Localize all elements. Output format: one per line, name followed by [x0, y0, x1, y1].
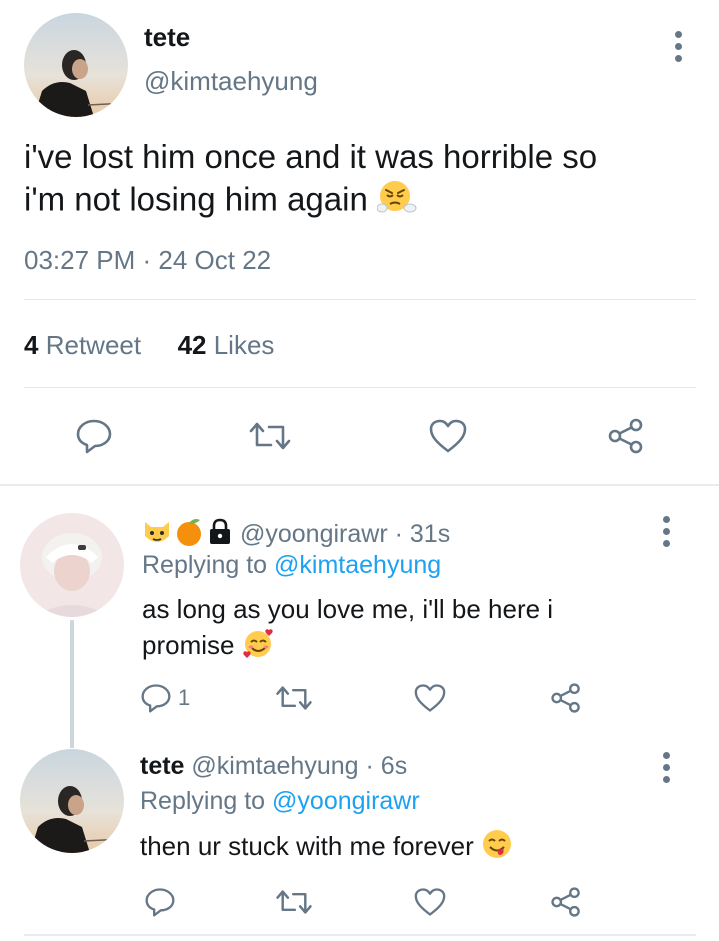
reply-text: as long as you love me, i'll be here i p… — [142, 592, 682, 668]
reply-time[interactable]: · 31s — [395, 520, 451, 548]
tweet-text: i've lost him once and it was horrible s… — [24, 136, 684, 226]
reply-header: tete @kimtaehyung · 6s — [140, 752, 407, 781]
author-handle[interactable]: @kimtaehyung — [144, 66, 318, 97]
tweet-text-line-2: i'm not losing him again — [24, 180, 368, 218]
steam-from-nose-face-icon — [376, 178, 417, 226]
more-options-icon[interactable] — [656, 513, 676, 549]
reply-author-handle[interactable]: @yoongirawr — [240, 520, 388, 548]
replying-to-link[interactable]: @kimtaehyung — [274, 551, 441, 579]
reply-author-handle[interactable]: @kimtaehyung — [191, 752, 358, 780]
cat-face-icon — [142, 518, 172, 553]
replying-to-link[interactable]: @yoongirawr — [272, 787, 420, 815]
share-icon[interactable] — [546, 680, 586, 716]
reply-text: then ur stuck with me forever — [140, 828, 680, 868]
more-options-icon[interactable] — [668, 28, 688, 64]
replying-to: Replying to @kimtaehyung — [142, 551, 442, 579]
divider — [24, 299, 696, 300]
author-name[interactable]: tete — [144, 22, 190, 53]
share-icon[interactable] — [546, 884, 586, 920]
author-avatar[interactable] — [24, 13, 128, 117]
reply-author-name[interactable]: tete — [140, 752, 184, 780]
share-icon[interactable] — [604, 416, 648, 456]
section-divider — [0, 484, 719, 486]
reply-avatar[interactable] — [20, 513, 124, 617]
reply-count: 1 — [178, 685, 191, 710]
reply-avatar[interactable] — [20, 749, 124, 853]
more-options-icon[interactable] — [656, 749, 676, 785]
tweet-stats: 4 Retweet 42 Likes — [24, 330, 274, 361]
like-icon[interactable] — [410, 680, 450, 716]
reply-time[interactable]: · 6s — [366, 752, 408, 780]
reply-icon[interactable]: 1 — [140, 680, 210, 716]
section-divider — [24, 934, 696, 936]
reply-header: @yoongirawr · 31s — [142, 517, 450, 554]
likes-stat[interactable]: 42 Likes — [178, 330, 275, 360]
like-icon[interactable] — [410, 884, 450, 920]
tweet-text-line-1: i've lost him once and it was horrible s… — [24, 138, 598, 175]
divider — [24, 387, 696, 388]
face-savoring-food-icon — [481, 828, 513, 868]
replying-to: Replying to @yoongirawr — [140, 787, 420, 815]
tweet-timestamp[interactable]: 03:27 PM · 24 Oct 22 — [24, 245, 271, 276]
lock-icon — [208, 518, 232, 553]
like-icon[interactable] — [426, 416, 470, 456]
smiling-face-with-hearts-icon — [242, 626, 276, 668]
retweet-stat[interactable]: 4 Retweet — [24, 330, 141, 360]
main-tweet: tete @kimtaehyung i've lost him once and… — [0, 0, 719, 485]
retweet-icon[interactable] — [272, 884, 316, 920]
tangerine-icon — [174, 517, 204, 554]
retweet-icon[interactable] — [245, 416, 295, 456]
retweet-icon[interactable] — [272, 680, 316, 716]
thread-line — [70, 620, 74, 748]
reply-icon[interactable] — [140, 884, 180, 920]
reply-icon[interactable] — [72, 416, 116, 456]
